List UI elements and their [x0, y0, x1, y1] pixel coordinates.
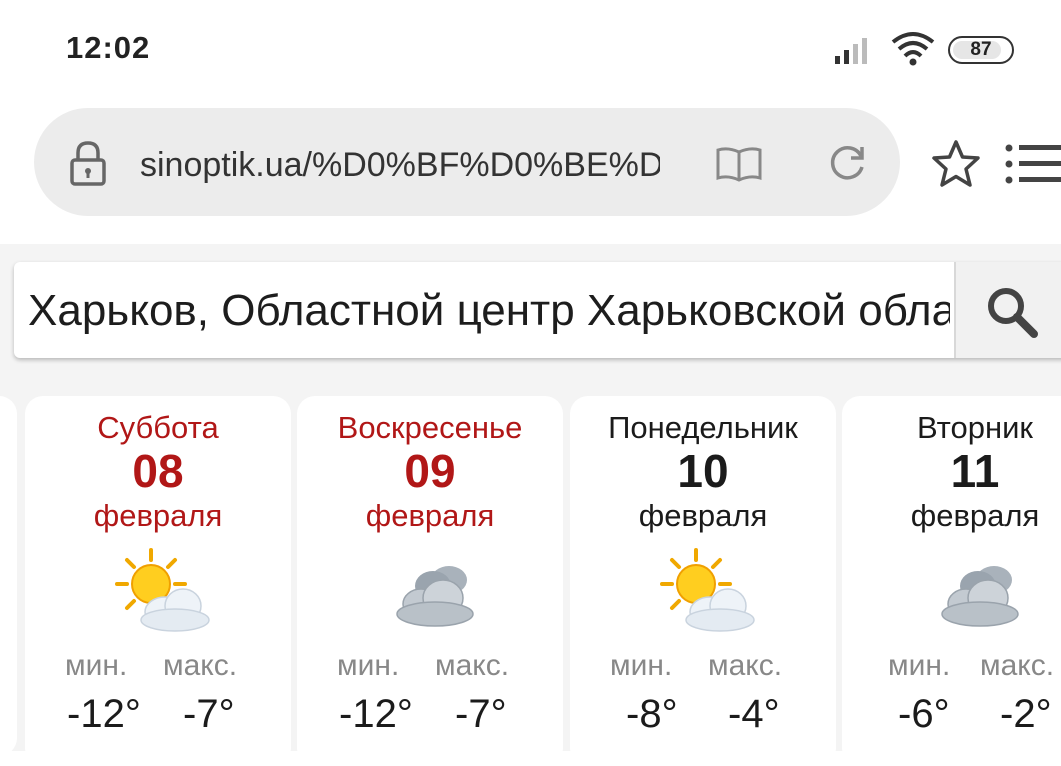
status-time: 12:02	[66, 30, 151, 65]
min-label: мин.	[65, 649, 128, 682]
reload-icon[interactable]	[826, 142, 868, 184]
max-label: макс.	[435, 649, 510, 682]
day-month: февраля	[93, 498, 223, 533]
day-month: февраля	[638, 498, 768, 533]
day-card[interactable]: Понедельник 10 февраля мин. макс. -8° -4…	[570, 396, 836, 766]
status-bar: 12:02 87	[0, 0, 1061, 100]
day-name: Понедельник	[608, 410, 798, 445]
cloudy-icon	[396, 566, 474, 627]
url-text[interactable]: sinoptik.ua/%D0%BF%D0%BE%D0%B3	[140, 140, 660, 190]
day-card[interactable]: Суббота 08 февраля мин. макс. -12° -7°	[25, 396, 291, 766]
day-card[interactable]: Воскресенье 09 февраля мин. макс. -12° -…	[297, 396, 563, 766]
cloudy-icon	[941, 566, 1019, 627]
battery-icon: 87	[948, 36, 1014, 64]
search-icon	[988, 288, 1038, 338]
day-name: Воскресенье	[337, 410, 523, 445]
day-number: 10	[677, 445, 729, 497]
search-button[interactable]	[954, 262, 1061, 358]
min-label: мин.	[888, 649, 951, 682]
lock-icon	[70, 141, 106, 186]
min-label: мин.	[337, 649, 400, 682]
min-temperature: -8°	[626, 692, 678, 736]
day-number: 11	[950, 445, 1000, 497]
max-temperature: -4°	[728, 692, 780, 736]
previous-day-card[interactable]	[0, 396, 17, 756]
battery-level: 87	[970, 39, 992, 60]
max-label: макс.	[980, 649, 1055, 682]
max-label: макс.	[708, 649, 783, 682]
day-month: февраля	[910, 498, 1040, 533]
menu-icon[interactable]	[1004, 140, 1061, 188]
bookmark-star-icon[interactable]	[930, 138, 982, 190]
min-temperature: -6°	[898, 692, 950, 736]
wifi-icon	[891, 32, 935, 66]
min-temperature: -12°	[339, 692, 413, 736]
max-temperature: -2°	[1000, 692, 1052, 736]
max-label: макс.	[163, 649, 238, 682]
max-temperature: -7°	[183, 692, 235, 736]
city-search-input[interactable]: Харьков, Областной центр Харьковской обл…	[28, 268, 950, 354]
signal-icon	[835, 38, 867, 64]
min-label: мин.	[610, 649, 673, 682]
sun-cloud-icon	[660, 548, 755, 632]
day-name: Вторник	[917, 410, 1033, 445]
reader-mode-icon[interactable]	[715, 144, 763, 184]
sun-cloud-icon	[115, 548, 210, 632]
day-month: февраля	[365, 498, 495, 533]
min-temperature: -12°	[67, 692, 141, 736]
day-number: 08	[132, 445, 184, 497]
max-temperature: -7°	[455, 692, 507, 736]
day-number: 09	[404, 445, 456, 497]
day-card[interactable]: Вторник 11 февраля мин. макс. -6° -2°	[842, 396, 1061, 766]
day-name: Суббота	[97, 410, 219, 445]
